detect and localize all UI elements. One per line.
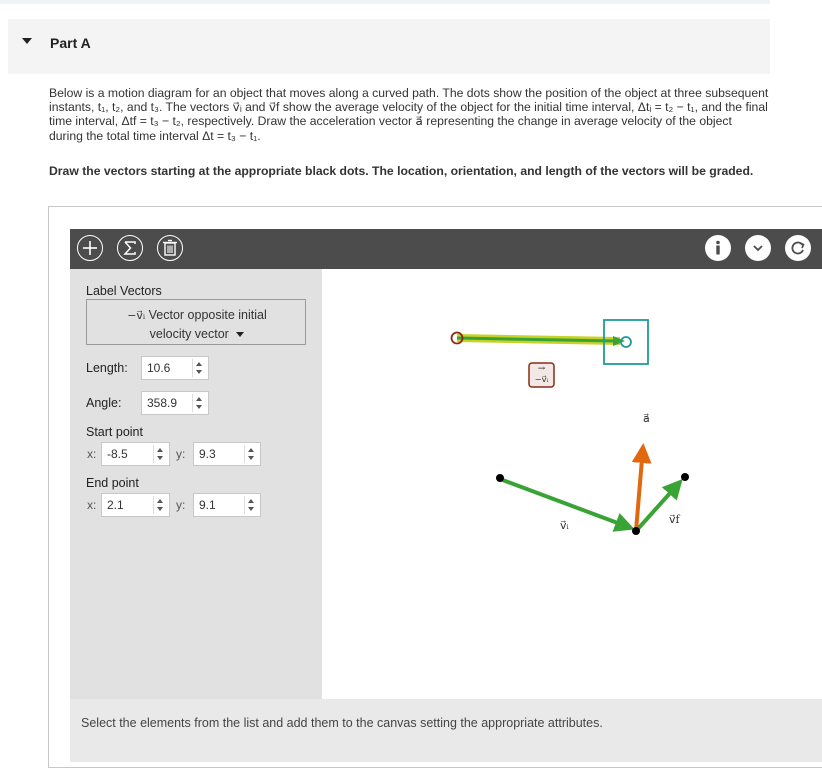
badge-text: −v⃗ᵢ bbox=[535, 375, 549, 385]
angle-label: Angle: bbox=[86, 396, 122, 410]
drawing-instruction: Draw the vectors starting at the appropr… bbox=[49, 164, 754, 178]
end-y-value: 9.1 bbox=[199, 498, 216, 512]
dropdown-line1: Vector opposite initial bbox=[148, 308, 267, 322]
end-x-label: x: bbox=[87, 498, 97, 512]
expand-button[interactable] bbox=[745, 235, 771, 261]
problem-prompt: Below is a motion diagram for an object … bbox=[49, 86, 769, 143]
end-x-stepper-icon[interactable] bbox=[153, 496, 167, 514]
reset-icon bbox=[791, 241, 805, 255]
plus-icon bbox=[82, 240, 97, 255]
start-point-heading: Start point bbox=[86, 425, 143, 439]
end-y-input[interactable]: 9.1 bbox=[193, 493, 261, 517]
add-vector-button[interactable] bbox=[77, 235, 103, 261]
chevron-down-icon bbox=[753, 245, 763, 252]
length-label: Length: bbox=[86, 361, 128, 375]
start-y-input[interactable]: 9.3 bbox=[193, 442, 261, 466]
angle-stepper-icon[interactable] bbox=[192, 394, 206, 412]
start-x-input[interactable]: -8.5 bbox=[101, 442, 170, 466]
end-y-stepper-icon[interactable] bbox=[244, 496, 258, 514]
canvas-svg[interactable]: → −v⃗ᵢ v⃗ᵢ v⃗f a⃗ bbox=[327, 279, 822, 697]
angle-input[interactable]: 358.9 bbox=[141, 391, 209, 415]
start-x-label: x: bbox=[87, 447, 97, 461]
a-label: a⃗ bbox=[643, 412, 650, 425]
start-y-value: 9.3 bbox=[199, 447, 216, 461]
delete-button[interactable] bbox=[157, 235, 183, 261]
trash-icon bbox=[162, 239, 177, 256]
start-x-stepper-icon[interactable] bbox=[153, 445, 167, 463]
dropdown-line2: velocity vector bbox=[149, 327, 229, 341]
part-title: Part A bbox=[50, 35, 91, 51]
vi-label: v⃗ᵢ bbox=[560, 519, 570, 532]
status-bar bbox=[70, 699, 822, 762]
badge-arrow-icon: → bbox=[538, 364, 546, 374]
start-y-label: y: bbox=[176, 447, 186, 461]
dropdown-arrow-icon bbox=[236, 332, 245, 338]
status-message: Select the elements from the list and ad… bbox=[81, 716, 603, 730]
length-input[interactable]: 10.6 bbox=[141, 356, 209, 380]
vector-symbol: −v⃗ᵢ bbox=[127, 309, 146, 322]
sigma-icon bbox=[122, 240, 136, 255]
position-dot-t1[interactable] bbox=[496, 474, 504, 482]
start-y-stepper-icon[interactable] bbox=[244, 445, 258, 463]
start-x-value: -8.5 bbox=[107, 447, 128, 461]
label-vectors-heading: Label Vectors bbox=[86, 284, 162, 298]
end-y-label: y: bbox=[176, 498, 186, 512]
acceleration-vector[interactable] bbox=[631, 443, 652, 532]
end-point-heading: End point bbox=[86, 476, 139, 490]
reset-button[interactable] bbox=[785, 235, 811, 261]
info-button[interactable] bbox=[705, 235, 731, 261]
length-value: 10.6 bbox=[147, 361, 171, 375]
part-header[interactable] bbox=[8, 19, 770, 74]
end-x-input[interactable]: 2.1 bbox=[101, 493, 170, 517]
angle-value: 358.9 bbox=[147, 396, 178, 410]
drawing-canvas[interactable]: → −v⃗ᵢ v⃗ᵢ v⃗f a⃗ bbox=[327, 279, 822, 697]
a-shaft bbox=[631, 443, 652, 532]
top-divider bbox=[0, 0, 770, 4]
collapse-caret-icon[interactable] bbox=[22, 38, 32, 44]
sum-vector-button[interactable] bbox=[117, 235, 143, 261]
vector-select-dropdown[interactable]: −v⃗ᵢ Vector opposite initial velocity ve… bbox=[86, 299, 306, 345]
vf-label: v⃗f bbox=[669, 513, 681, 526]
position-dot-t3[interactable] bbox=[681, 473, 689, 481]
position-dot-t2[interactable] bbox=[632, 527, 640, 535]
dropdown-label: −v⃗ᵢ Vector opposite initial velocity ve… bbox=[87, 306, 307, 343]
length-stepper-icon[interactable] bbox=[192, 359, 206, 377]
info-icon bbox=[716, 240, 720, 255]
neg-vi-label-badge[interactable]: → −v⃗ᵢ bbox=[528, 362, 555, 388]
end-x-value: 2.1 bbox=[107, 498, 124, 512]
neg-vi-vector[interactable] bbox=[450, 319, 649, 365]
